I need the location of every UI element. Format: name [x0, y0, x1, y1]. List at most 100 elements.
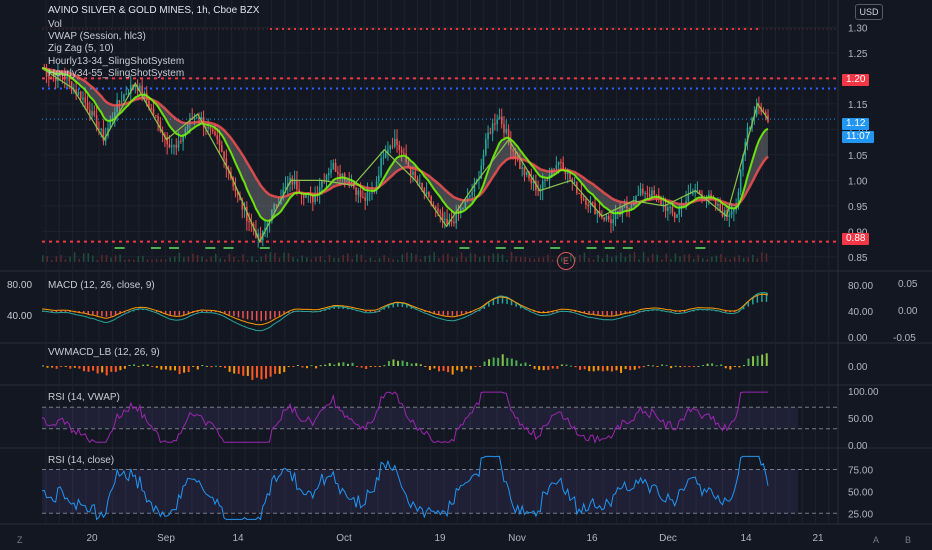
vwmacd-bar [460, 366, 463, 372]
volume-bar [497, 253, 499, 262]
vwmacd-bar [233, 366, 236, 374]
vwmacd-bar [588, 366, 591, 372]
vwmacd-bar [110, 366, 113, 372]
vwmacd-bar [574, 366, 577, 368]
price-candle-body [312, 196, 314, 203]
volume-bar [670, 259, 672, 262]
price-candle-body [719, 203, 722, 211]
vwmacd-bar [324, 364, 327, 366]
volume-bar [629, 254, 631, 262]
vwmacd-bar [42, 365, 44, 367]
price-tick-label: 1.30 [848, 23, 868, 34]
volume-bar [410, 252, 413, 262]
legend-sling-34-55: Hourly34-55_SlingShotSystem [48, 68, 185, 79]
vwmacd-bar [178, 366, 181, 375]
earnings-marker[interactable]: E [557, 252, 575, 270]
vwmacd-bar [123, 366, 126, 369]
volume-bar [292, 256, 294, 262]
macd-histogram-bar [110, 311, 112, 317]
vwmacd-bar [538, 366, 541, 370]
vwmacd-bar [761, 354, 764, 366]
vwmacd-bar [105, 366, 108, 376]
top-signal-dot [540, 28, 542, 30]
price-candle-body [330, 169, 332, 174]
price-candle-body [537, 189, 539, 191]
volume-bar [346, 253, 349, 262]
legend-vwap: VWAP (Session, hlc3) [48, 31, 146, 42]
rsi-close-title: RSI (14, close) [48, 455, 115, 466]
vwmacd-bar [610, 366, 613, 372]
vwmacd-bar [164, 366, 167, 370]
top-signal-dot [678, 28, 680, 30]
volume-bar [715, 255, 718, 262]
auto-scale-button[interactable]: A [873, 535, 879, 545]
vwmacd-bar [583, 366, 586, 370]
vwmacd-bar [620, 366, 623, 373]
volume-bar [533, 258, 536, 262]
vwmacd-bar [401, 360, 404, 366]
rsi-close-tick-label: 75.00 [848, 466, 873, 477]
price-candle-body [177, 140, 180, 148]
vwmacd-bar [292, 366, 295, 367]
vwmacd-bar [683, 366, 686, 367]
volume-bar [647, 257, 649, 262]
vwmacd-bar [497, 357, 500, 366]
vwmacd-bar [87, 366, 90, 372]
price-candle-body [585, 199, 587, 205]
volume-bar [383, 255, 385, 262]
macd-histogram-bar [610, 311, 613, 316]
vwmacd-bar [406, 361, 409, 366]
price-candle-body [384, 152, 387, 158]
top-signal-dot [300, 28, 302, 30]
price-candle-body [362, 197, 364, 199]
volume-bar [460, 252, 463, 262]
volume-bar [492, 253, 495, 262]
price-candle-body [530, 178, 533, 184]
macd-histogram-bar [55, 311, 58, 312]
volume-bar [78, 258, 80, 262]
price-candle-body [525, 172, 528, 176]
macd-histogram-bar [60, 311, 62, 312]
zoom-button[interactable]: Z [17, 535, 23, 545]
top-signal-dot [432, 28, 434, 30]
volume-bar [133, 259, 135, 262]
macd-histogram-bar [683, 311, 686, 312]
vwmacd-bar [301, 366, 304, 368]
chart-canvas[interactable]: 20Sep14Oct19Nov16Dec14210.850.900.951.00… [0, 0, 932, 550]
vwmacd-bar [214, 365, 217, 367]
price-candle-body [503, 124, 505, 133]
volume-bar [692, 258, 695, 262]
volume-bar [114, 255, 117, 262]
vwmacd-title: VWMACD_LB (12, 26, 9) [48, 347, 160, 358]
vwmacd-bar [374, 366, 377, 368]
price-candle-body [421, 182, 423, 189]
volume-bar [315, 256, 317, 262]
top-signal-dot [414, 28, 416, 30]
volume-bar [296, 258, 299, 262]
price-candle-body [389, 145, 392, 150]
price-candle-body [498, 116, 501, 120]
price-candle-body [653, 190, 656, 195]
macd-histogram-bar [210, 311, 212, 312]
volume-bar [442, 254, 445, 262]
macd-left-tick-40: 40.00 [7, 311, 33, 322]
macd-tick-label: 0.00 [848, 333, 868, 344]
vwmacd-bar [265, 366, 268, 379]
vwmacd-bar [447, 366, 450, 373]
volume-bar [287, 253, 290, 262]
currency-button[interactable]: USD [855, 4, 883, 20]
vwmacd-bar [647, 364, 650, 366]
price-candle-body [730, 211, 733, 215]
vwmacd-bar [415, 363, 418, 366]
top-signal-dot [420, 28, 422, 30]
volume-bar [697, 254, 699, 262]
vwmacd-bar [615, 366, 618, 371]
log-scale-button[interactable]: B [905, 535, 911, 545]
signal-marker [604, 247, 615, 249]
price-candle-body [414, 171, 417, 179]
vwmacd-bar [210, 366, 213, 368]
vwmacd-tick-label: 0.00 [848, 362, 868, 373]
top-signal-dot [522, 28, 524, 30]
signal-marker [495, 247, 506, 249]
volume-bar [761, 252, 763, 262]
